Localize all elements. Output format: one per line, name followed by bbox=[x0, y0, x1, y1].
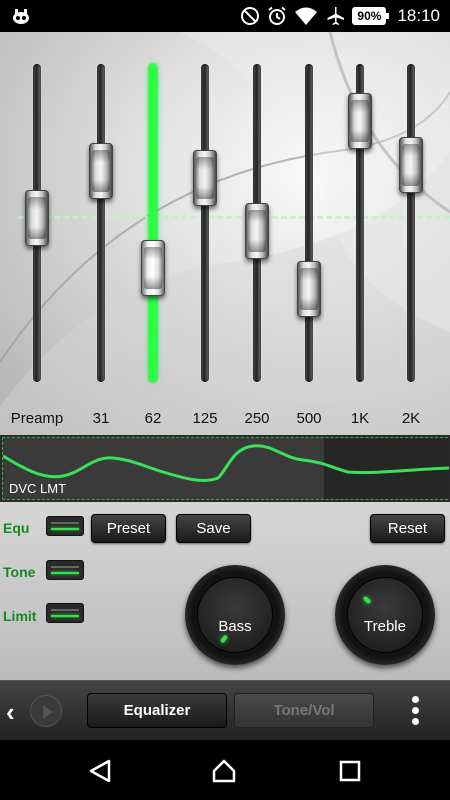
slider-track[interactable] bbox=[407, 64, 415, 382]
eq-slider-31[interactable] bbox=[75, 64, 127, 384]
slider-track[interactable] bbox=[149, 64, 157, 382]
preset-button[interactable]: Preset bbox=[91, 514, 166, 543]
band-label: 31 bbox=[92, 410, 110, 427]
slider-knob[interactable] bbox=[399, 137, 423, 194]
airplane-icon bbox=[327, 7, 345, 25]
bass-knob[interactable]: Bass bbox=[185, 565, 285, 665]
tone-label: Tone bbox=[3, 564, 36, 580]
bass-label: Bass bbox=[218, 618, 252, 635]
play-icon[interactable] bbox=[30, 695, 62, 727]
eq-slider-500[interactable] bbox=[283, 64, 335, 384]
reset-button[interactable]: Reset bbox=[370, 514, 445, 543]
alarm-icon bbox=[268, 6, 287, 25]
treble-knob[interactable]: Treble bbox=[335, 565, 435, 665]
slider-knob[interactable] bbox=[297, 260, 321, 317]
band-label: 250 bbox=[244, 410, 270, 427]
slider-track[interactable] bbox=[97, 64, 105, 382]
slider-knob[interactable] bbox=[348, 92, 372, 149]
slider-knob[interactable] bbox=[89, 142, 113, 199]
back-icon[interactable] bbox=[87, 758, 113, 784]
slider-track[interactable] bbox=[305, 64, 313, 382]
save-button[interactable]: Save bbox=[176, 514, 251, 543]
band-label: 2K bbox=[401, 410, 421, 427]
app-notification-icon bbox=[13, 9, 29, 24]
eq-curve-display[interactable]: DVC LMT bbox=[0, 435, 450, 502]
battery-indicator: 90% bbox=[352, 7, 390, 25]
limit-label: Limit bbox=[3, 608, 37, 624]
eq-slider-preamp[interactable] bbox=[11, 64, 63, 384]
eq-slider-250[interactable] bbox=[231, 64, 283, 384]
slider-knob[interactable] bbox=[193, 150, 217, 207]
eq-response-curve bbox=[3, 444, 449, 482]
wifi-icon bbox=[295, 7, 318, 25]
controls-panel: Equ Tone Limit Preset Save Reset Bass Tr… bbox=[0, 502, 450, 680]
tab-bar: ‹ Equalizer Tone/Vol bbox=[0, 680, 450, 740]
band-label: Preamp bbox=[10, 410, 64, 427]
curve-label: DVC LMT bbox=[9, 481, 67, 496]
bass-indicator bbox=[220, 634, 228, 644]
recents-icon[interactable] bbox=[337, 758, 363, 784]
slider-knob[interactable] bbox=[141, 239, 165, 296]
tone-toggle[interactable] bbox=[46, 560, 84, 580]
eq-slider-62[interactable] bbox=[127, 64, 179, 384]
eq-slider-2k[interactable] bbox=[385, 64, 437, 384]
limit-toggle[interactable] bbox=[46, 603, 84, 623]
slider-track[interactable] bbox=[201, 64, 209, 382]
chevron-left-icon[interactable]: ‹ bbox=[6, 697, 15, 728]
band-label: 125 bbox=[192, 410, 218, 427]
band-label: 62 bbox=[144, 410, 162, 427]
treble-indicator bbox=[362, 595, 372, 605]
system-nav-bar bbox=[0, 740, 450, 800]
treble-label: Treble bbox=[364, 618, 406, 635]
equ-label: Equ bbox=[3, 520, 30, 536]
equ-toggle[interactable] bbox=[46, 516, 84, 536]
eq-slider-125[interactable] bbox=[179, 64, 231, 384]
clock: 18:10 bbox=[397, 6, 440, 25]
slider-knob[interactable] bbox=[25, 189, 49, 246]
equalizer-panel: Preamp 31 62 125 250 500 1K 2K bbox=[0, 32, 450, 435]
overflow-menu-icon[interactable] bbox=[412, 696, 420, 726]
do-not-disturb-icon bbox=[241, 7, 260, 25]
home-icon[interactable] bbox=[211, 758, 237, 784]
eq-slider-1k[interactable] bbox=[334, 64, 386, 384]
tab-equalizer[interactable]: Equalizer bbox=[87, 693, 227, 728]
tab-tone-vol[interactable]: Tone/Vol bbox=[234, 693, 374, 728]
slider-knob[interactable] bbox=[245, 202, 269, 259]
status-bar: 90% 18:10 bbox=[0, 0, 450, 32]
